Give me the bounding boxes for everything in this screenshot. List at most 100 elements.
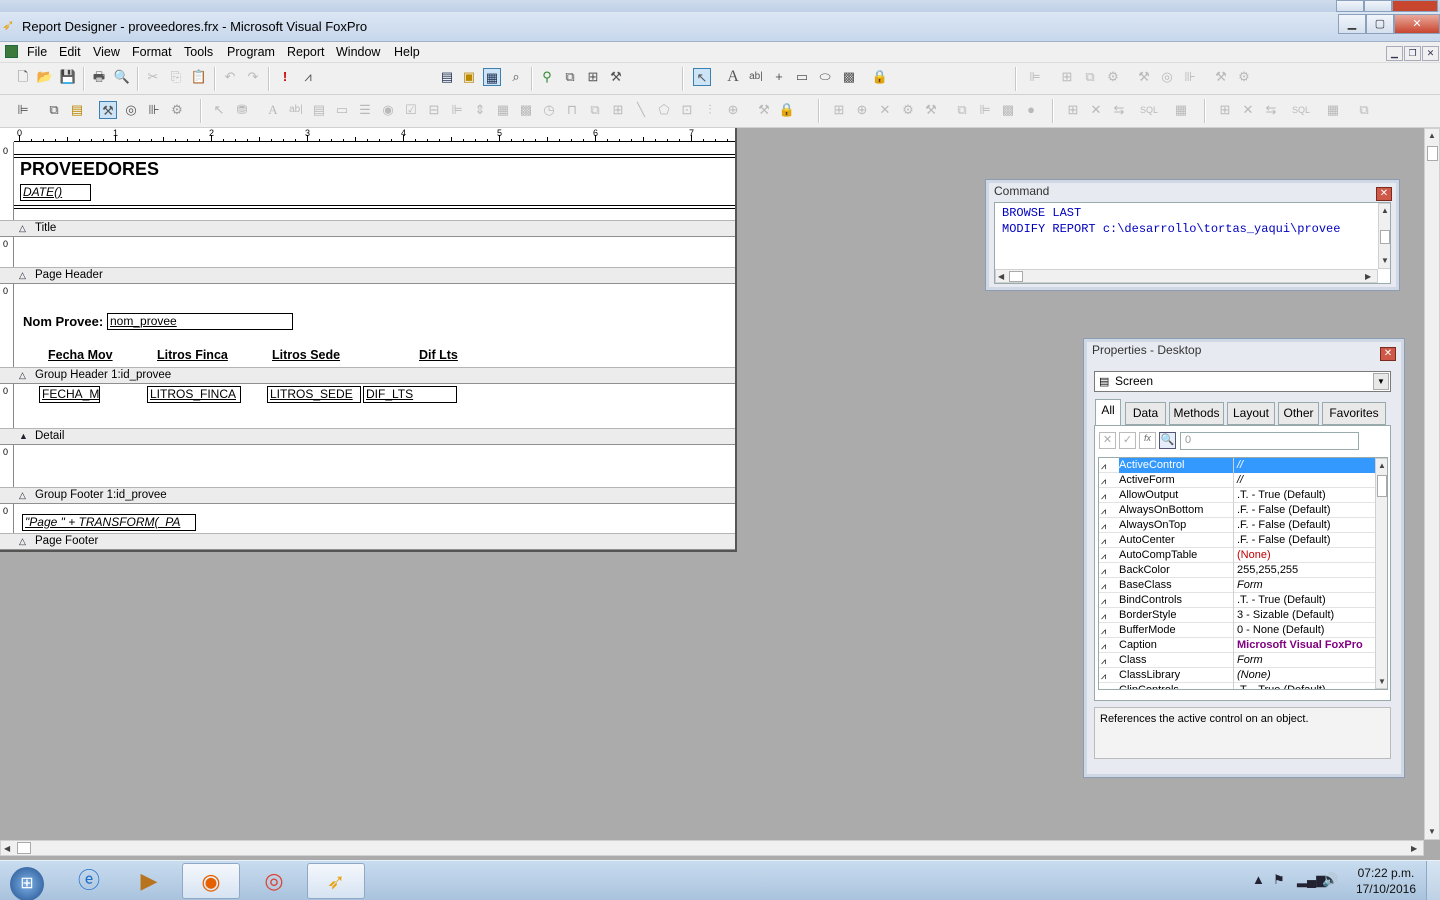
detail-field-litros-finca[interactable]: LITROS_FINCA [147,386,241,403]
oleobject-control-icon[interactable]: ⧉ [586,101,604,119]
column-label-litros-sede[interactable]: Litros Sede [272,348,340,362]
property-value[interactable]: Form [1233,653,1375,668]
sql-icon-1[interactable]: SQL [1140,101,1158,119]
firefox-taskbar-icon[interactable]: ◉ [182,863,240,899]
variables-icon[interactable]: ▤ [68,101,86,119]
detail-field-litros-sede[interactable]: LITROS_SEDE [267,386,361,403]
menu-help[interactable]: Help [394,45,420,59]
property-row[interactable]: ⩘ ActiveControl// [1099,458,1375,473]
designer-icon-8[interactable]: ▩ [999,101,1017,119]
mdi-minimize-button[interactable]: ▁ [1386,46,1403,61]
background-maximize-button[interactable] [1364,0,1392,12]
main-hscrollbar[interactable]: ◀ ▶ [0,840,1424,856]
redo-icon[interactable]: ↷ [244,68,262,86]
print-preview-icon[interactable]: 🔍 [113,68,131,86]
code-window-icon[interactable]: ⌕ [507,68,525,86]
tab-data[interactable]: Data [1125,402,1166,425]
line-control-icon[interactable]: ╲ [632,101,650,119]
scroll-thumb[interactable] [1009,271,1023,282]
field-tool-icon[interactable]: ab| [747,68,765,86]
query-icon-4[interactable]: ▦ [1172,101,1190,119]
clock[interactable]: 07:22 p.m. 17/10/2016 [1356,865,1416,897]
scroll-thumb[interactable] [17,842,31,854]
extra-icon[interactable]: ⚙ [168,101,186,119]
menu-edit[interactable]: Edit [59,45,81,59]
view-window-icon[interactable]: ▣ [460,68,478,86]
label-control-icon[interactable]: A [264,101,282,119]
button-lock-icon[interactable]: 🔒 [778,101,796,119]
maximize-button[interactable]: ▢ [1366,14,1394,34]
close-button[interactable]: ✕ [1394,14,1440,34]
detail-field-fecha[interactable]: FECHA_M [39,386,100,403]
data-env-icon[interactable]: ⚲ [538,68,556,86]
picture-tool-icon[interactable]: ▩ [840,68,858,86]
menu-view[interactable]: View [93,45,120,59]
close-icon[interactable]: ✕ [1380,347,1396,361]
report-doc-icon[interactable] [5,45,18,58]
property-value[interactable]: (None) [1233,548,1375,563]
properties-window-icon[interactable]: ▦ [483,68,501,86]
band-detail[interactable]: ▲ Detail [0,428,735,445]
zoom-icon[interactable]: 🔍 [1159,432,1176,449]
property-row[interactable]: ⩘ ClassLibrary (None) [1099,668,1375,683]
property-value[interactable]: .T. - True (Default) [1233,593,1375,608]
scroll-thumb[interactable] [1377,475,1387,497]
property-row[interactable]: ⩘ BackColor 255,255,255 [1099,563,1375,578]
command-editor[interactable]: BROWSE LAST MODIFY REPORT c:\desarrollo\… [994,202,1391,284]
property-value[interactable]: .F. - False (Default) [1233,518,1375,533]
tab-methods[interactable]: Methods [1169,402,1224,425]
report-title-label[interactable]: PROVEEDORES [20,159,159,180]
object-combo[interactable]: ▤ Screen ▼ [1094,371,1391,392]
scroll-right-icon[interactable]: ▶ [1411,844,1417,853]
volume-icon[interactable]: 🔊 [1322,872,1338,888]
optiongroup-control-icon[interactable]: ◉ [379,101,397,119]
checkbox-control-icon[interactable]: ☑ [402,101,420,119]
view-classes-icon[interactable]: ⛃ [233,101,251,119]
property-value[interactable]: Microsoft Visual FoxPro [1233,638,1375,653]
rectangle-tool-icon[interactable]: ▭ [793,68,811,86]
lock-tool-icon[interactable]: 🔒 [871,68,889,86]
align-icon-1[interactable]: ⊫ [1026,68,1044,86]
designer-icon-5[interactable]: ⚒ [922,101,940,119]
main-vscrollbar[interactable]: ▲ ▼ [1424,128,1440,840]
align-icon-7[interactable]: ⊪ [1181,68,1199,86]
align-icon-4[interactable]: ⚙ [1104,68,1122,86]
property-row[interactable]: ⩘ BufferMode 0 - None (Default) [1099,623,1375,638]
mdi-close-button[interactable]: ✕ [1422,46,1439,61]
open-icon[interactable]: 📂 [36,68,54,86]
menu-report[interactable]: Report [287,45,325,59]
report-controls-icon[interactable]: ⚒ [99,101,117,119]
timer-control-icon[interactable]: ◷ [540,101,558,119]
scroll-up-icon[interactable]: ▲ [1428,131,1436,140]
property-row[interactable]: ⩘ Caption Microsoft Visual FoxPro [1099,638,1375,653]
tab-layout[interactable]: Layout [1227,402,1275,425]
property-row[interactable]: ⩘ BindControls .T. - True (Default) [1099,593,1375,608]
band-title[interactable]: △ Title [0,220,735,237]
scroll-thumb[interactable] [1380,230,1390,244]
scroll-thumb[interactable] [1427,146,1438,161]
command-window-icon[interactable]: ▤ [438,68,456,86]
scroll-down-icon[interactable]: ▼ [1428,827,1436,836]
designer-icon-1[interactable]: ⊞ [830,101,848,119]
cancel-icon[interactable]: ✕ [1099,432,1116,449]
cut-icon[interactable]: ✂ [144,68,162,86]
pageframe-control-icon[interactable]: ⊓ [563,101,581,119]
select-objects-icon[interactable]: ↖ [210,101,228,119]
designer-icon-3[interactable]: ✕ [876,101,894,119]
save-icon[interactable]: 💾 [59,68,77,86]
undo-icon[interactable]: ↶ [221,68,239,86]
property-row[interactable]: ⩘ AllowOutput .T. - True (Default) [1099,488,1375,503]
column-label-fecha-mov[interactable]: Fecha Mov [48,348,113,362]
property-value[interactable]: .T. - True (Default) [1233,488,1375,503]
command-vscrollbar[interactable]: ▲ ▼ [1378,203,1390,269]
show-desktop-button[interactable] [1426,861,1440,900]
view-icon-1[interactable]: ⊞ [1216,101,1234,119]
menu-format[interactable]: Format [132,45,172,59]
property-value[interactable]: 3 - Sizable (Default) [1233,608,1375,623]
property-value[interactable]: .F. - False (Default) [1233,533,1375,548]
hyperlink-control-icon[interactable]: ⊕ [724,101,742,119]
designer-icon-6[interactable]: ⧉ [953,101,971,119]
paste-icon[interactable]: 📋 [190,68,208,86]
label-tool-icon[interactable]: A [724,68,742,86]
commandbutton-control-icon[interactable]: ▭ [333,101,351,119]
